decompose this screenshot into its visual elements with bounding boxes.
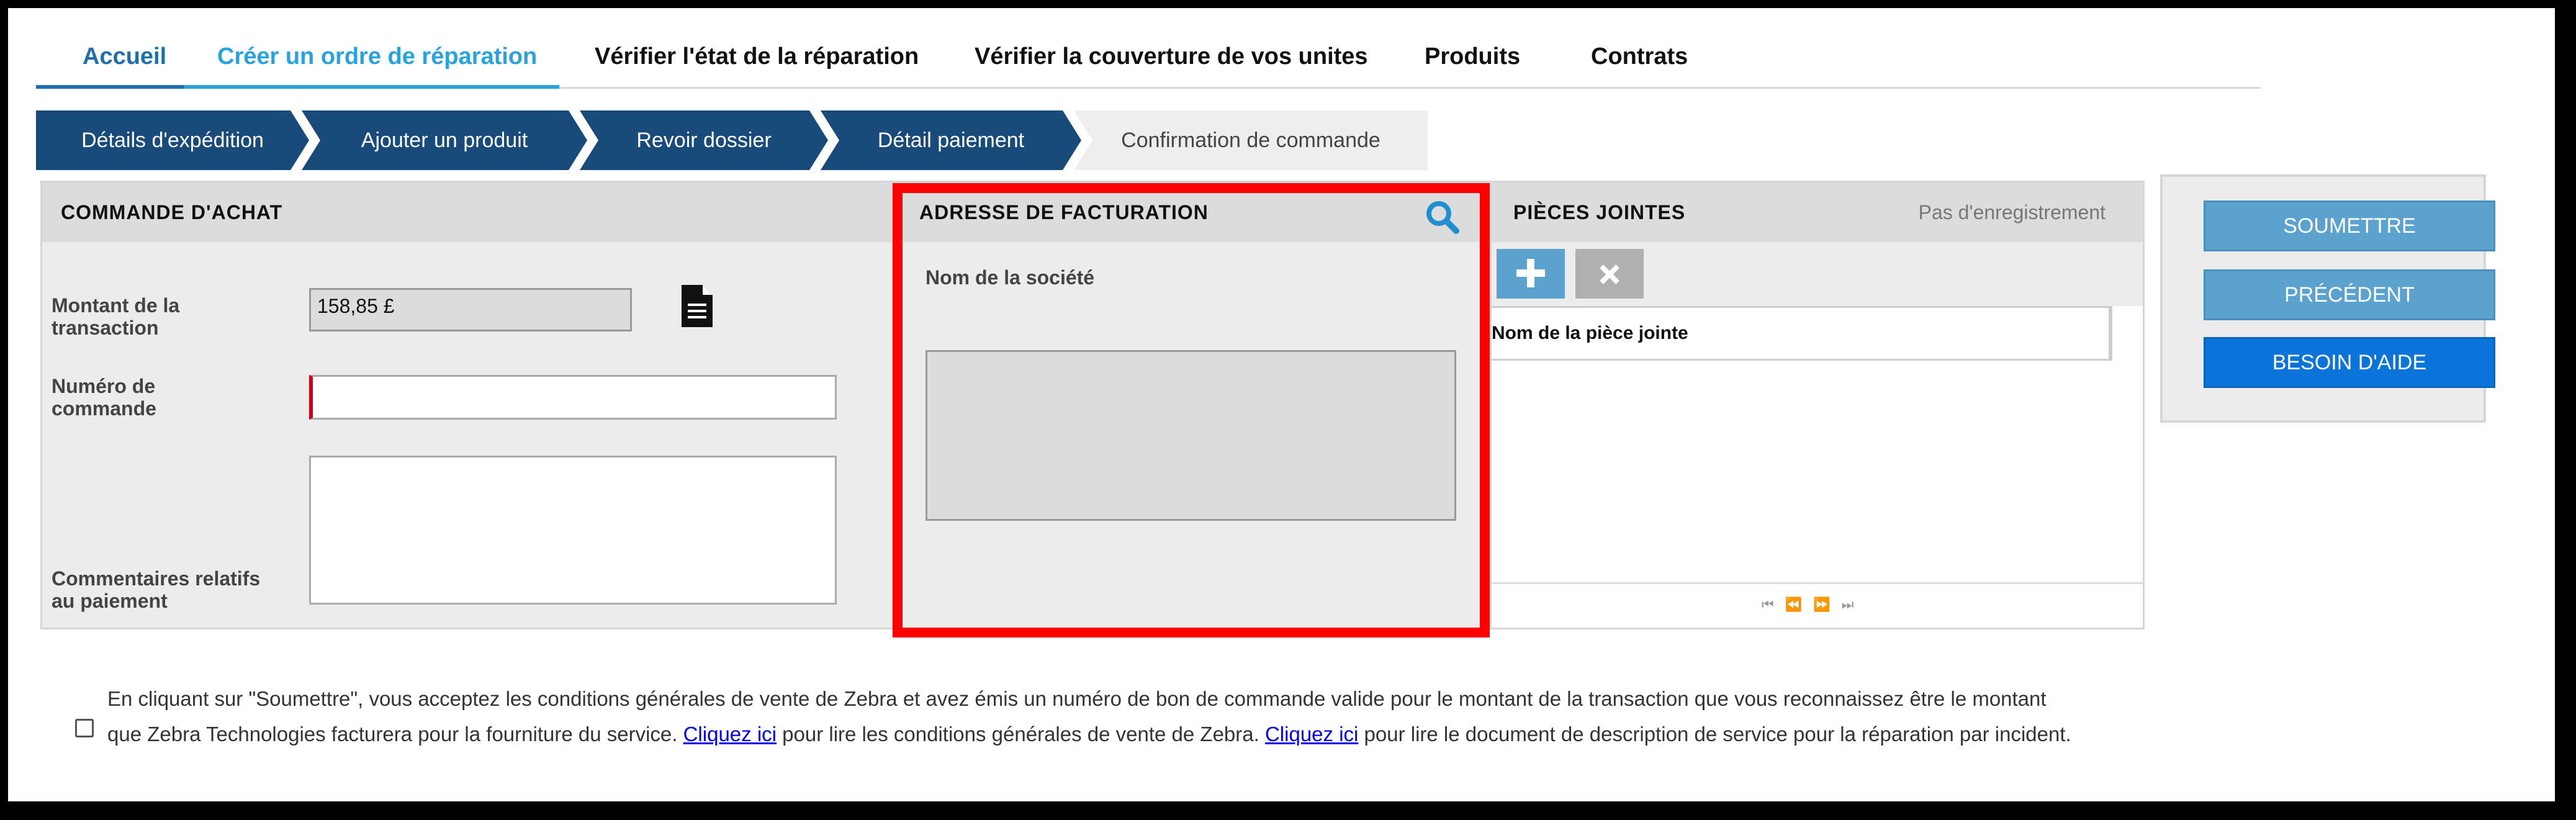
screen: { "nav": { "tabs": [ {"label": "Accueil"… — [0, 0, 2576, 820]
order-number-input[interactable] — [309, 375, 837, 420]
step-label: Détail paiement — [877, 128, 1025, 152]
help-button[interactable]: BESOIN D'AIDE — [2204, 337, 2495, 388]
terms-text: pour lire les conditions générales de ve… — [776, 723, 1265, 746]
step-details-expedition[interactable]: Détails d'expédition — [36, 110, 309, 170]
panel-header: PIÈCES JOINTES Pas d'enregistrement — [1492, 182, 2143, 242]
document-icon[interactable] — [682, 285, 713, 327]
step-label: Confirmation de commande — [1121, 128, 1380, 152]
actions-panel: SOUMETTRE PRÉCÉDENT BESOIN D'AIDE — [2160, 174, 2495, 423]
step-label: Revoir dossier — [636, 128, 772, 152]
records-status: Pas d'enregistrement — [1918, 201, 2105, 223]
terms-line-2: que Zebra Technologies facturera pour la… — [107, 723, 2071, 746]
amount-label: Montant de la transaction — [52, 294, 180, 339]
attachments-pager: ⏮⏪⏩⏭ — [1492, 582, 2143, 628]
order-number-label: Numéro de commande — [52, 375, 156, 420]
panel-header: COMMANDE D'ACHAT — [42, 182, 892, 242]
comments-textarea[interactable] — [309, 456, 837, 605]
step-ajouter-produit[interactable]: Ajouter un produit — [302, 110, 587, 170]
tab-contrats[interactable]: Contrats — [1591, 27, 1688, 87]
tab-verifier-etat[interactable]: Vérifier l'état de la réparation — [595, 27, 919, 87]
terms-text: pour lire le document de description de … — [1358, 723, 2071, 746]
panel-title: PIÈCES JOINTES — [1513, 201, 1686, 223]
purchase-order-panel: COMMANDE D'ACHAT Montant de la transacti… — [40, 181, 894, 629]
previous-button[interactable]: PRÉCÉDENT — [2204, 269, 2495, 320]
tab-creer-ordre-underline — [184, 85, 559, 89]
attachment-name-column[interactable]: Nom de la pièce jointe — [1492, 308, 1688, 359]
panel-title: COMMANDE D'ACHAT — [61, 201, 283, 223]
terms-link[interactable]: Cliquez ici — [683, 723, 777, 746]
highlight-box — [893, 183, 1490, 638]
amount-field: 158,85 £ — [309, 288, 632, 331]
tab-verifier-couverture[interactable]: Vérifier la couverture de vos unites — [975, 27, 1368, 87]
delete-attachment-button[interactable] — [1575, 249, 1644, 299]
tab-accueil-underline — [36, 85, 184, 89]
step-detail-paiement[interactable]: Détail paiement — [821, 110, 1081, 170]
tab-creer-ordre[interactable]: Créer un ordre de réparation — [217, 27, 537, 87]
terms-text: que Zebra Technologies facturera pour la… — [107, 723, 683, 746]
step-revoir-dossier[interactable]: Revoir dossier — [580, 110, 828, 170]
terms-checkbox[interactable] — [75, 719, 94, 737]
service-description-link[interactable]: Cliquez ici — [1265, 723, 1358, 746]
attachments-table-header: Nom de la pièce jointe — [1492, 306, 2112, 361]
top-navigation: Accueil Créer un ordre de réparation Vér… — [36, 27, 2261, 89]
step-confirmation: Confirmation de commande — [1074, 110, 1428, 170]
attachments-panel: PIÈCES JOINTES Pas d'enregistrement Nom … — [1490, 181, 2145, 629]
close-icon — [1600, 264, 1619, 284]
page: Accueil Créer un ordre de réparation Vér… — [8, 8, 2555, 801]
comments-label: Commentaires relatifs au paiement — [52, 567, 261, 612]
attachments-toolbar — [1492, 242, 2143, 306]
submit-button[interactable]: SOUMETTRE — [2204, 200, 2495, 251]
pager-controls[interactable]: ⏮⏪⏩⏭ — [1762, 597, 1865, 613]
plus-icon — [1516, 259, 1545, 287]
tab-accueil[interactable]: Accueil — [83, 27, 166, 87]
tab-produits[interactable]: Produits — [1425, 27, 1520, 87]
step-label: Ajouter un produit — [361, 128, 528, 152]
step-label: Détails d'expédition — [81, 128, 264, 152]
terms-line-1: En cliquant sur "Soumettre", vous accept… — [107, 687, 2047, 710]
add-attachment-button[interactable] — [1497, 249, 1565, 299]
